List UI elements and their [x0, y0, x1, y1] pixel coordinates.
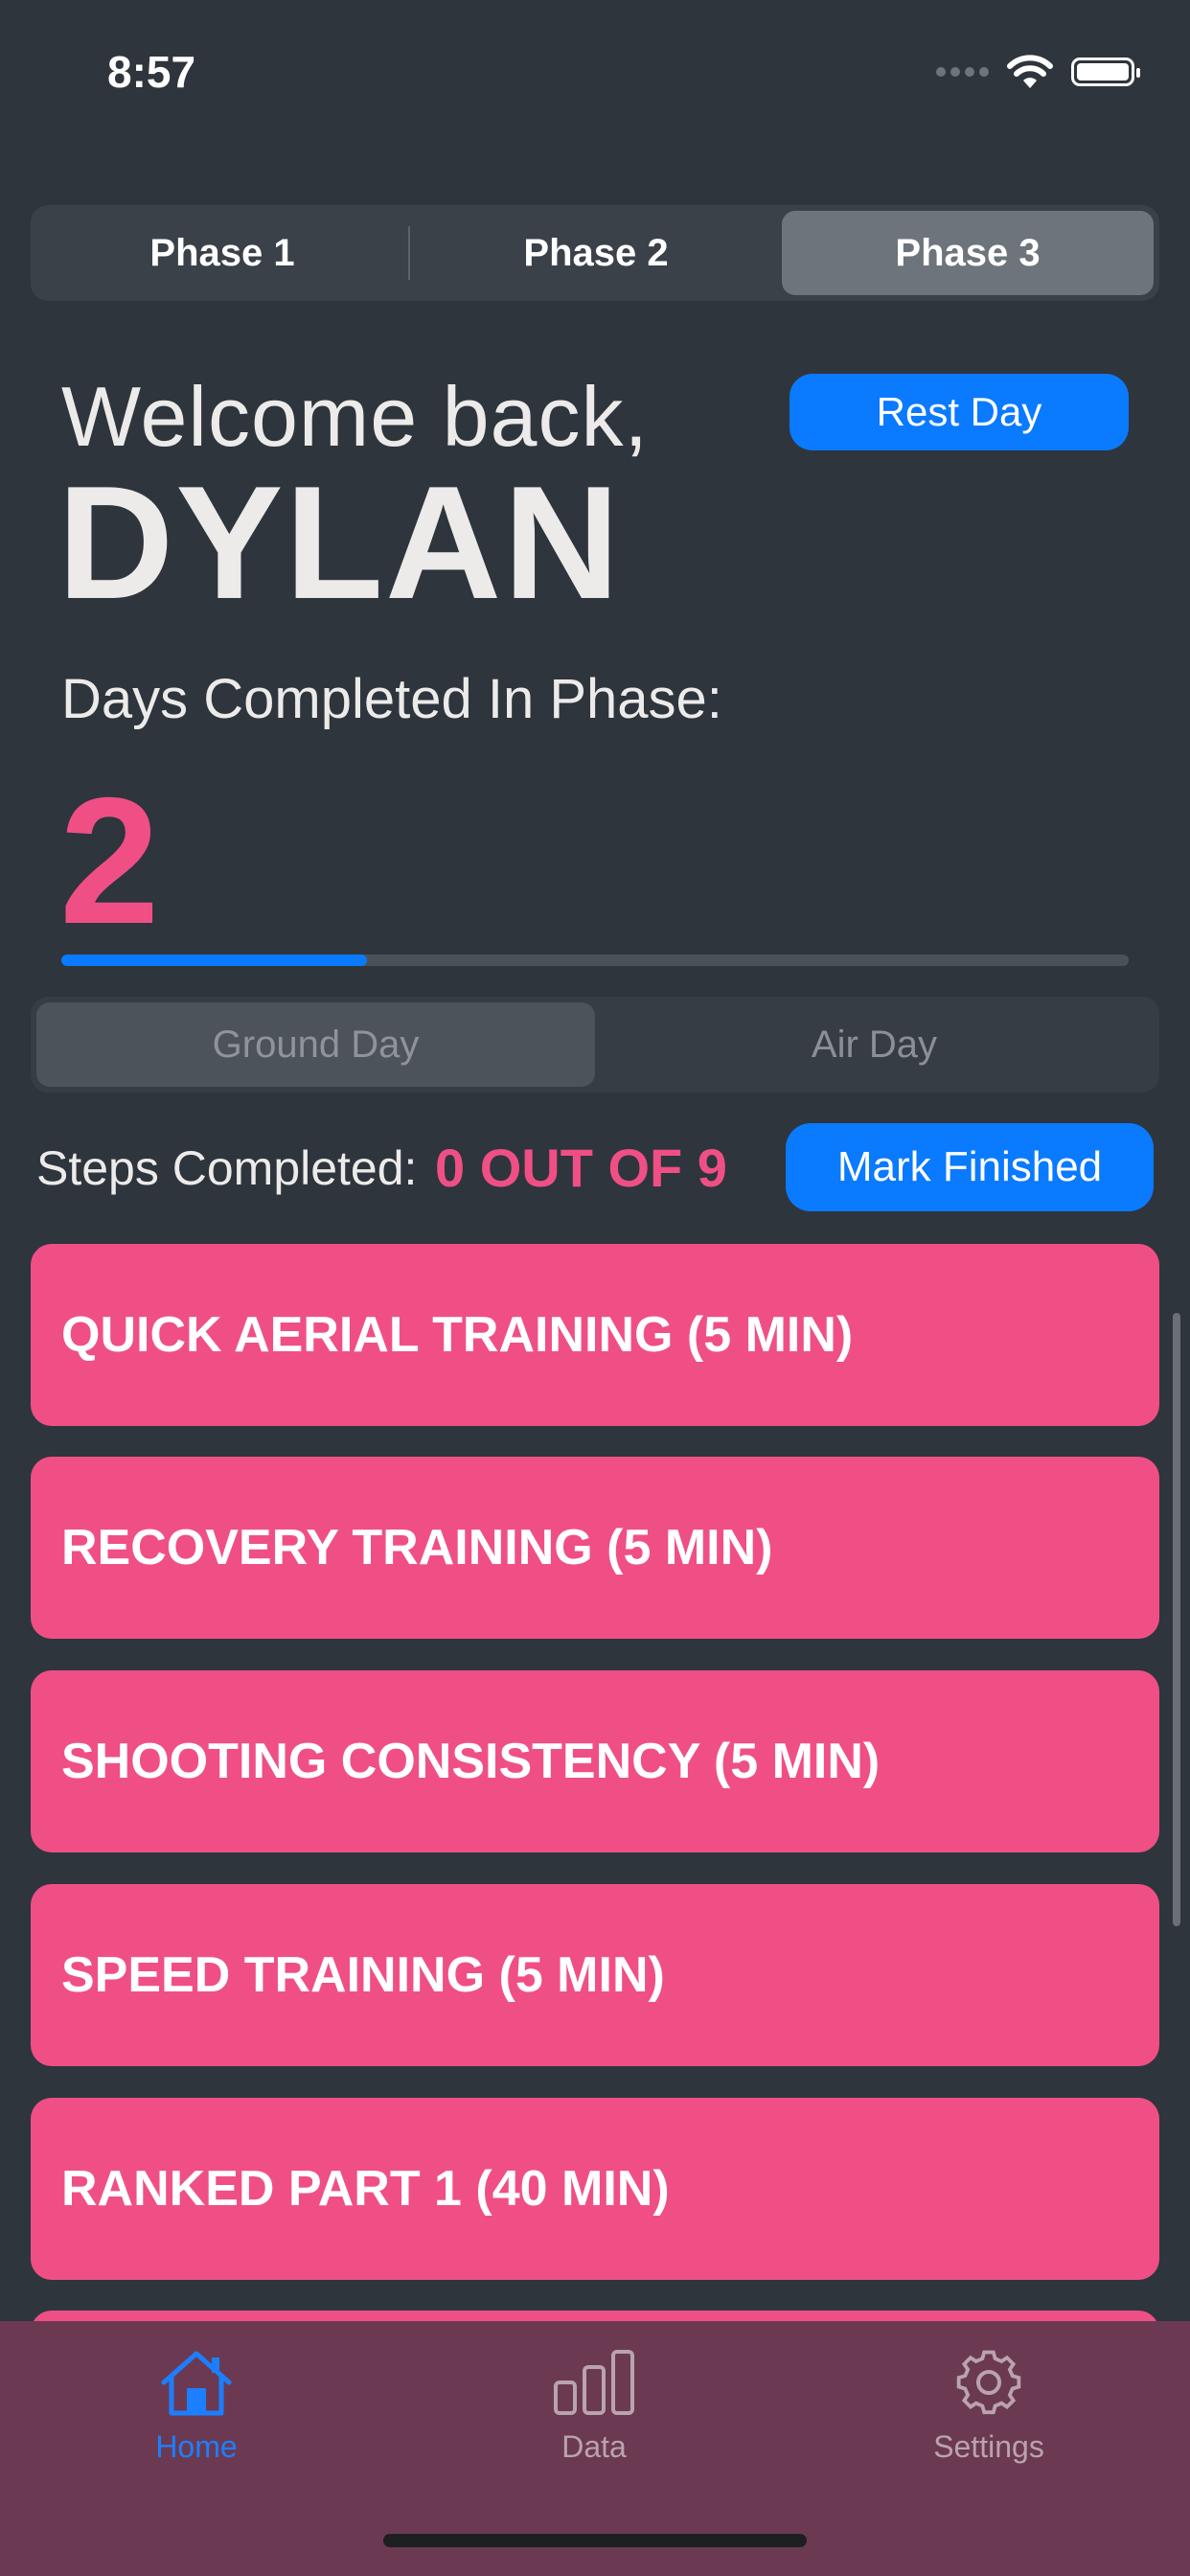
tab-settings-label: Settings: [933, 2429, 1044, 2464]
battery-icon: [1071, 58, 1140, 86]
rest-day-button[interactable]: Rest Day: [790, 374, 1129, 450]
steps-completed-label: Steps Completed:: [36, 1141, 418, 1195]
bar-chart-icon: [554, 2350, 634, 2415]
phase-progress-bar: [61, 954, 1129, 966]
training-item[interactable]: RECOVERY TRAINING (5 MIN): [31, 1457, 1159, 1639]
tab-phase-2[interactable]: Phase 2: [410, 211, 782, 295]
scrollbar[interactable]: [1173, 1313, 1180, 1926]
tab-phase-1[interactable]: Phase 1: [36, 211, 408, 295]
training-item[interactable]: RANKED PART 1 (40 MIN): [31, 2098, 1159, 2280]
tab-data[interactable]: Data: [489, 2348, 699, 2465]
tab-home[interactable]: Home: [91, 2348, 302, 2465]
tab-data-label: Data: [561, 2429, 627, 2464]
home-screen: 8:57 Phase 1 Phase 2 Phase 3 Welcome bac…: [0, 0, 1190, 2576]
house-icon: [161, 2351, 232, 2416]
training-item[interactable]: SPEED TRAINING (5 MIN): [31, 1884, 1159, 2066]
training-item[interactable]: QUICK AERIAL TRAINING (5 MIN): [31, 1244, 1159, 1426]
steps-completed-value: 0 OUT OF 9: [435, 1138, 727, 1198]
days-completed-value: 2: [59, 760, 160, 961]
wifi-icon: [1007, 55, 1053, 88]
day-type-segmented-control: Ground Day Air Day: [31, 997, 1159, 1092]
home-indicator[interactable]: [383, 2534, 807, 2547]
mark-finished-button[interactable]: Mark Finished: [786, 1123, 1154, 1211]
cellular-signal-icon: [936, 67, 989, 77]
user-name: DYLAN: [57, 452, 622, 632]
phase-progress-fill: [61, 954, 367, 966]
training-item[interactable]: SHOOTING CONSISTENCY (5 MIN): [31, 1670, 1159, 1852]
phase-segmented-control: Phase 1 Phase 2 Phase 3: [31, 205, 1159, 301]
days-completed-label: Days Completed In Phase:: [61, 668, 722, 730]
tab-air-day[interactable]: Air Day: [595, 1002, 1154, 1087]
tab-settings[interactable]: Settings: [883, 2348, 1094, 2465]
gear-icon: [956, 2350, 1021, 2415]
tab-home-label: Home: [155, 2429, 238, 2464]
tab-phase-3[interactable]: Phase 3: [782, 211, 1154, 295]
status-icons: [936, 54, 1140, 90]
tab-ground-day[interactable]: Ground Day: [36, 1002, 595, 1087]
status-time: 8:57: [107, 47, 196, 97]
